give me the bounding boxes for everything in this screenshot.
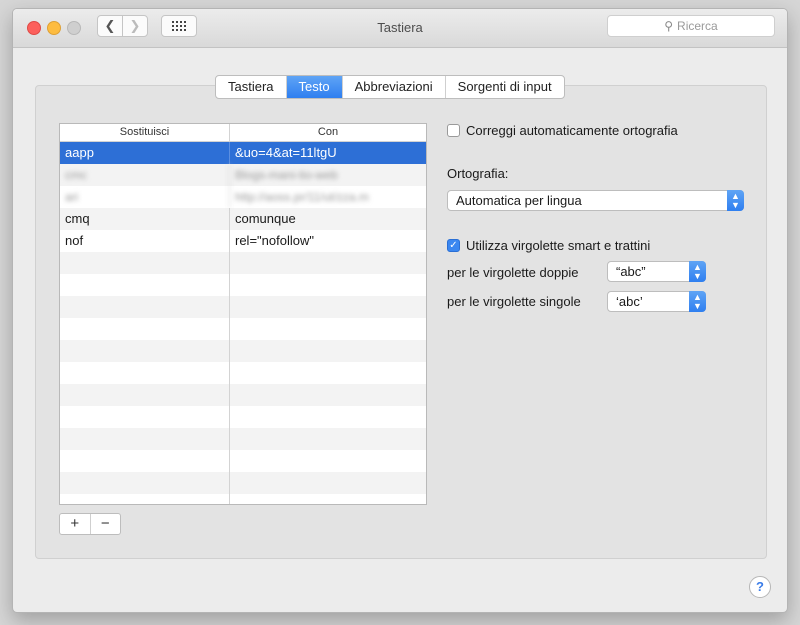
single-quotes-value: ‘abc’ — [616, 294, 643, 309]
empty-row — [60, 340, 426, 362]
double-quotes-label: per le virgolette doppie — [447, 265, 579, 280]
add-remove-control: + − — [59, 513, 121, 535]
updown-chevron-icon: ▲ ▼ — [727, 190, 744, 211]
with-cell: Blogs-mani-tio-web — [235, 168, 338, 182]
table-row[interactable]: ari http://aoss.pr/11/ut/zza.m — [60, 186, 426, 208]
search-placeholder: Ricerca — [677, 19, 718, 33]
double-quotes-select[interactable]: “abc” ▲ ▼ — [607, 261, 706, 282]
remove-button[interactable]: − — [91, 514, 121, 534]
with-cell: &uo=4&at=11ltgU — [235, 145, 337, 160]
table-body: aapp &uo=4&at=11ltgU cmc Blogs-mani-tio-… — [60, 142, 426, 504]
spelling-select[interactable]: Automatica per lingua ▲ ▼ — [447, 190, 744, 211]
empty-row — [60, 296, 426, 318]
empty-row — [60, 252, 426, 274]
autocorrect-label: Correggi automaticamente ortografia — [466, 123, 678, 138]
empty-row — [60, 428, 426, 450]
autocorrect-option[interactable]: Correggi automaticamente ortografia — [447, 123, 678, 138]
table-row[interactable]: nof rel="nofollow" — [60, 230, 426, 252]
empty-row — [60, 318, 426, 340]
checkmark-icon: ✓ — [449, 239, 458, 251]
autocorrect-checkbox[interactable] — [447, 124, 460, 137]
empty-row — [60, 384, 426, 406]
search-field[interactable]: ⚲ Ricerca — [607, 15, 775, 37]
replace-cell: cmc — [60, 164, 230, 186]
empty-row — [60, 362, 426, 384]
updown-chevron-icon: ▲ ▼ — [689, 261, 706, 282]
replace-cell: aapp — [60, 142, 230, 164]
replace-cell: ari — [60, 186, 230, 208]
add-button[interactable]: + — [60, 514, 91, 534]
single-quotes-select[interactable]: ‘abc’ ▲ ▼ — [607, 291, 706, 312]
with-cell: comunque — [235, 211, 296, 226]
empty-row — [60, 274, 426, 296]
empty-row — [60, 472, 426, 494]
spelling-label: Ortografia: — [447, 166, 509, 181]
empty-row — [60, 406, 426, 428]
tab-tastiera[interactable]: Tastiera — [216, 76, 287, 98]
smartquotes-checkbox[interactable]: ✓ — [447, 239, 460, 252]
spelling-value: Automatica per lingua — [456, 193, 582, 208]
text-replacement-table[interactable]: Sostituisci Con aapp &uo=4&at=11ltgU cmc… — [59, 123, 427, 505]
tab-sorgenti-di-input[interactable]: Sorgenti di input — [446, 76, 564, 98]
replace-cell: nof — [60, 230, 230, 252]
with-cell: http://aoss.pr/11/ut/zza.m — [235, 190, 369, 204]
smartquotes-label: Utilizza virgolette smart e trattini — [466, 238, 651, 253]
tab-bar: Tastiera Testo Abbreviazioni Sorgenti di… — [215, 75, 565, 99]
table-header: Sostituisci Con — [60, 124, 426, 142]
tab-abbreviazioni[interactable]: Abbreviazioni — [343, 76, 446, 98]
column-header-with[interactable]: Con — [230, 124, 426, 141]
title-bar: ❮ ❯ Tastiera ⚲ Ricerca — [13, 9, 787, 48]
replace-cell: cmq — [60, 208, 230, 230]
table-row[interactable]: cmq comunque — [60, 208, 426, 230]
table-row[interactable]: cmc Blogs-mani-tio-web — [60, 164, 426, 186]
column-header-replace[interactable]: Sostituisci — [60, 124, 230, 141]
empty-row — [60, 450, 426, 472]
tab-testo[interactable]: Testo — [286, 76, 343, 98]
help-button[interactable]: ? — [749, 576, 771, 598]
smartquotes-option[interactable]: ✓ Utilizza virgolette smart e trattini — [447, 238, 650, 253]
preferences-window: ❮ ❯ Tastiera ⚲ Ricerca Tastiera Testo Ab… — [12, 8, 788, 613]
search-icon: ⚲ — [664, 19, 674, 33]
double-quotes-value: “abc” — [616, 264, 646, 279]
empty-row — [60, 494, 426, 504]
table-row[interactable]: aapp &uo=4&at=11ltgU — [60, 142, 426, 164]
single-quotes-label: per le virgolette singole — [447, 294, 581, 309]
updown-chevron-icon: ▲ ▼ — [689, 291, 706, 312]
with-cell: rel="nofollow" — [235, 233, 314, 248]
